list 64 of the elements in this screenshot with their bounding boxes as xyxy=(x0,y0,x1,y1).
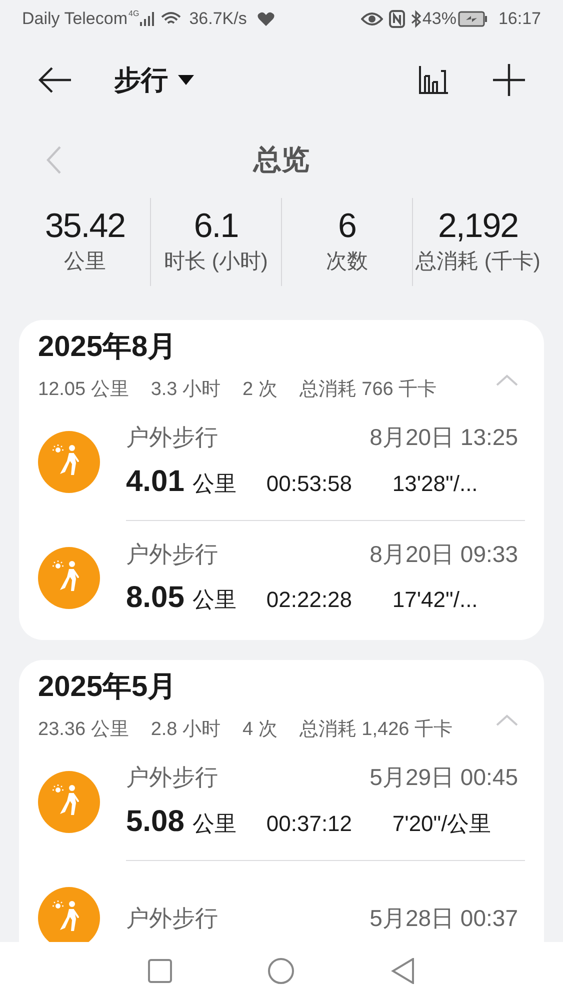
walking-icon xyxy=(38,431,100,493)
month-summary-item: 23.36 公里 xyxy=(38,718,129,742)
month-summary-item: 2.8 小时 xyxy=(150,718,221,742)
workout-record[interactable]: 户外步行 5月29日 00:45 5.08 公里 00:37:12 7'20"/公里 xyxy=(38,744,525,860)
distance-unit: 公里 xyxy=(192,470,238,498)
workout-time: 8月20日 09:33 xyxy=(370,540,518,569)
stat-value: 6 xyxy=(338,206,356,246)
walking-icon xyxy=(38,771,100,833)
signal-icon xyxy=(140,12,156,26)
stat-label: 时长 (小时) xyxy=(164,249,268,276)
bar-chart-icon[interactable] xyxy=(419,66,449,94)
nfc-icon xyxy=(389,10,406,28)
recent-apps-icon[interactable] xyxy=(148,959,172,983)
distance-unit: 公里 xyxy=(192,586,238,614)
workout-name: 户外步行 xyxy=(126,540,218,569)
add-icon[interactable] xyxy=(493,64,525,96)
workout-name: 户外步行 xyxy=(126,423,218,452)
workout-time: 8月20日 13:25 xyxy=(370,423,518,452)
home-icon[interactable] xyxy=(268,958,294,984)
month-summary-item: 12.05 公里 xyxy=(38,378,129,402)
heart-icon xyxy=(256,11,275,27)
workout-name: 户外步行 xyxy=(126,904,218,934)
battery-charging-icon xyxy=(458,11,488,27)
clock: 16:17 xyxy=(498,8,541,30)
stat-label: 公里 xyxy=(64,249,106,276)
workout-duration: 02:22:28 xyxy=(266,586,354,614)
month-title: 2025年8月 xyxy=(38,330,178,365)
bluetooth-icon xyxy=(410,10,422,28)
month-summary-item: 总消耗 1,426 千卡 xyxy=(299,718,452,742)
back-arrow-icon[interactable] xyxy=(38,66,72,94)
network-type: 4G xyxy=(128,8,140,20)
month-summary-item: 3.3 小时 xyxy=(150,378,221,402)
stat-value: 6.1 xyxy=(194,206,238,246)
stat-label: 次数 xyxy=(326,249,368,276)
workout-name: 户外步行 xyxy=(126,763,218,792)
overview-title: 总览 xyxy=(254,143,310,177)
eye-icon xyxy=(361,12,384,26)
battery-percent: 43% xyxy=(422,8,456,30)
stat-value: 2,192 xyxy=(438,206,518,246)
workout-distance: 8.05 xyxy=(126,580,184,616)
workout-pace: 13'28"/... xyxy=(392,470,478,498)
distance-unit: 公里 xyxy=(192,810,238,838)
workout-distance: 4.01 xyxy=(126,464,184,500)
workout-pace: 17'42"/... xyxy=(392,586,478,614)
month-summary-item: 总消耗 766 千卡 xyxy=(299,378,437,402)
month-title: 2025年5月 xyxy=(38,670,178,705)
carrier-name: Daily Telecom xyxy=(22,8,128,30)
workout-record[interactable]: 户外步行 8月20日 13:25 4.01 公里 00:53:58 13'28"/... xyxy=(38,404,525,520)
workout-duration: 00:53:58 xyxy=(266,470,354,498)
workout-time: 5月28日 00:37 xyxy=(370,904,518,934)
dropdown-caret-icon xyxy=(178,75,194,85)
workout-pace: 7'20"/公里 xyxy=(392,810,492,838)
back-icon[interactable] xyxy=(390,958,415,984)
stat-label: 总消耗 (千卡) xyxy=(416,249,540,276)
stat-value: 35.42 xyxy=(44,206,126,246)
workout-duration: 00:37:12 xyxy=(266,810,354,838)
activity-type-dropdown[interactable]: 步行 xyxy=(114,60,194,100)
workout-record[interactable]: 户外步行 8月20日 09:33 8.05 公里 02:22:28 17'42"/... xyxy=(38,520,525,636)
workout-time: 5月29日 00:45 xyxy=(370,763,518,792)
walking-icon xyxy=(38,547,100,609)
month-summary-item: 2 次 xyxy=(242,378,278,402)
workout-distance: 5.08 xyxy=(126,804,184,840)
network-speed: 36.7K/s xyxy=(189,8,247,30)
month-summary-item: 4 次 xyxy=(242,718,278,742)
